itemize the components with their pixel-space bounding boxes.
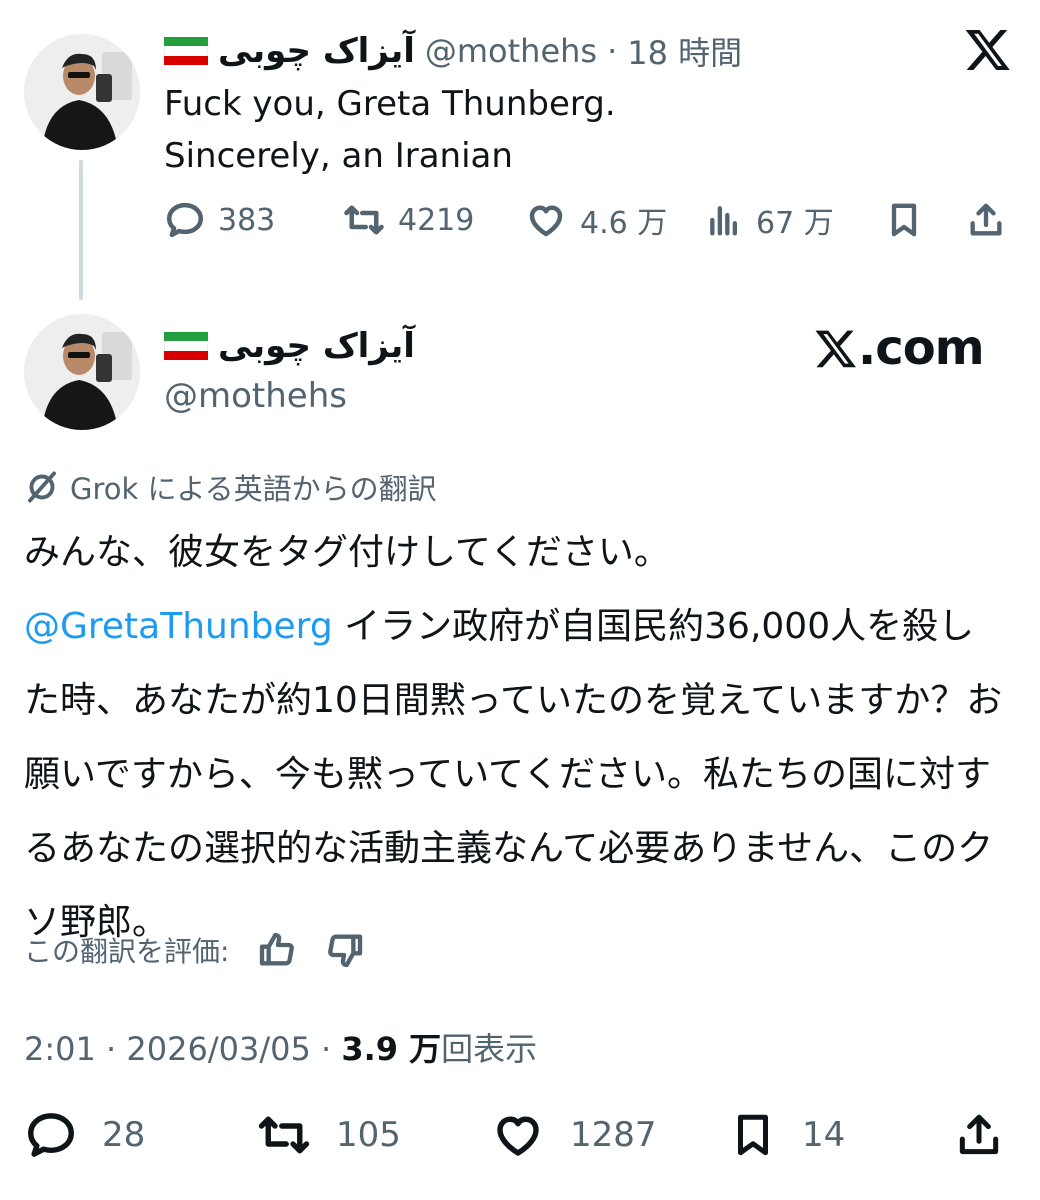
- avatar-photo: [24, 314, 140, 430]
- tweet-body: @GretaThunberg イラン政府が自国民約36,000人を殺した時、あな…: [24, 590, 1004, 960]
- xcom-watermark: .com: [814, 320, 985, 376]
- views-count: 67 万: [756, 206, 834, 241]
- reply-count: 383: [218, 202, 276, 238]
- tweet-text: みんな、彼女をタグ付けしてください。 @GretaThunberg イラン政府が…: [24, 516, 1004, 960]
- xcom-text: .com: [858, 320, 985, 376]
- like-count: 4.6 万: [580, 206, 668, 241]
- repost-count: 105: [336, 1115, 401, 1155]
- tweet-line-1: みんな、彼女をタグ付けしてください。: [24, 532, 670, 573]
- reply-count: 28: [102, 1115, 146, 1155]
- separator: ·: [106, 1030, 117, 1068]
- views-button[interactable]: 67 万: [704, 198, 884, 242]
- share-button[interactable]: [966, 199, 1006, 241]
- tweet-text: Fuck you, Greta Thunberg. Sincerely, an …: [164, 78, 616, 182]
- bookmark-icon: [738, 1114, 768, 1156]
- iran-flag-icon: [164, 332, 208, 360]
- bookmark-count: 14: [802, 1115, 846, 1155]
- like-button[interactable]: 4.6 万: [524, 198, 704, 242]
- display-name[interactable]: آیزاک چوبی: [218, 326, 415, 366]
- separator: ·: [607, 32, 618, 70]
- repost-icon: [258, 1116, 310, 1154]
- repost-count: 4219: [398, 202, 475, 238]
- reply-icon: [28, 1113, 74, 1157]
- bookmark-icon: [891, 203, 917, 237]
- repost-button[interactable]: 4219: [342, 199, 524, 241]
- user-handle[interactable]: @mothehs: [164, 376, 347, 416]
- reply-button[interactable]: 28: [24, 1108, 256, 1162]
- x-logo-icon: [815, 330, 856, 368]
- tweet-line-1: Fuck you, Greta Thunberg.: [164, 84, 616, 124]
- user-handle[interactable]: @mothehs: [425, 32, 597, 70]
- translation-label: Grok による英語からの翻訳: [24, 466, 437, 508]
- like-button[interactable]: 1287: [490, 1108, 728, 1162]
- thumbs-up-icon[interactable]: [257, 930, 297, 970]
- thread-line: [79, 160, 83, 300]
- views-icon: [710, 206, 737, 236]
- thumbs-down-icon[interactable]: [325, 930, 365, 970]
- avatar[interactable]: [24, 34, 140, 150]
- repost-button[interactable]: 105: [256, 1108, 490, 1162]
- x-logo-icon[interactable]: [964, 18, 1012, 88]
- separator: ·: [320, 1030, 332, 1068]
- heart-icon: [529, 205, 563, 237]
- reply-button[interactable]: 383: [164, 199, 342, 241]
- reply-icon: [166, 202, 204, 238]
- heart-icon: [497, 1116, 539, 1156]
- bookmark-button[interactable]: [884, 199, 966, 241]
- translation-label-text: Grok による英語からの翻訳: [70, 472, 437, 506]
- bookmark-button[interactable]: 14: [728, 1108, 954, 1162]
- like-count: 1287: [570, 1115, 657, 1155]
- views-count: 3.9 万: [341, 1030, 442, 1068]
- tweet-date[interactable]: 2026/03/05: [126, 1030, 310, 1068]
- tweet-body-text: イラン政府が自国民約36,000人を殺した時、あなたが約10日間黙っていたのを覚…: [24, 606, 1003, 943]
- timestamp[interactable]: 18 時間: [627, 28, 742, 74]
- share-button[interactable]: [954, 1108, 1004, 1162]
- iran-flag-icon: [164, 37, 208, 65]
- views-label: 回表示: [441, 1030, 538, 1068]
- share-icon: [970, 203, 1002, 236]
- tweet-line-2: Sincerely, an Iranian: [164, 136, 513, 176]
- tweet-meta: 2:01 · 2026/03/05 · 3.9 万回表示: [24, 1024, 537, 1070]
- tweet-time[interactable]: 2:01: [24, 1030, 96, 1068]
- grok-icon: [28, 471, 56, 503]
- avatar-photo: [24, 34, 140, 150]
- mention-link[interactable]: @GretaThunberg: [24, 606, 333, 647]
- avatar[interactable]: [24, 314, 140, 430]
- repost-icon: [344, 205, 384, 235]
- display-name[interactable]: آیزاک چوبی: [218, 31, 415, 71]
- share-icon: [959, 1114, 999, 1155]
- rate-translation-label: この翻訳を評価:: [24, 935, 230, 968]
